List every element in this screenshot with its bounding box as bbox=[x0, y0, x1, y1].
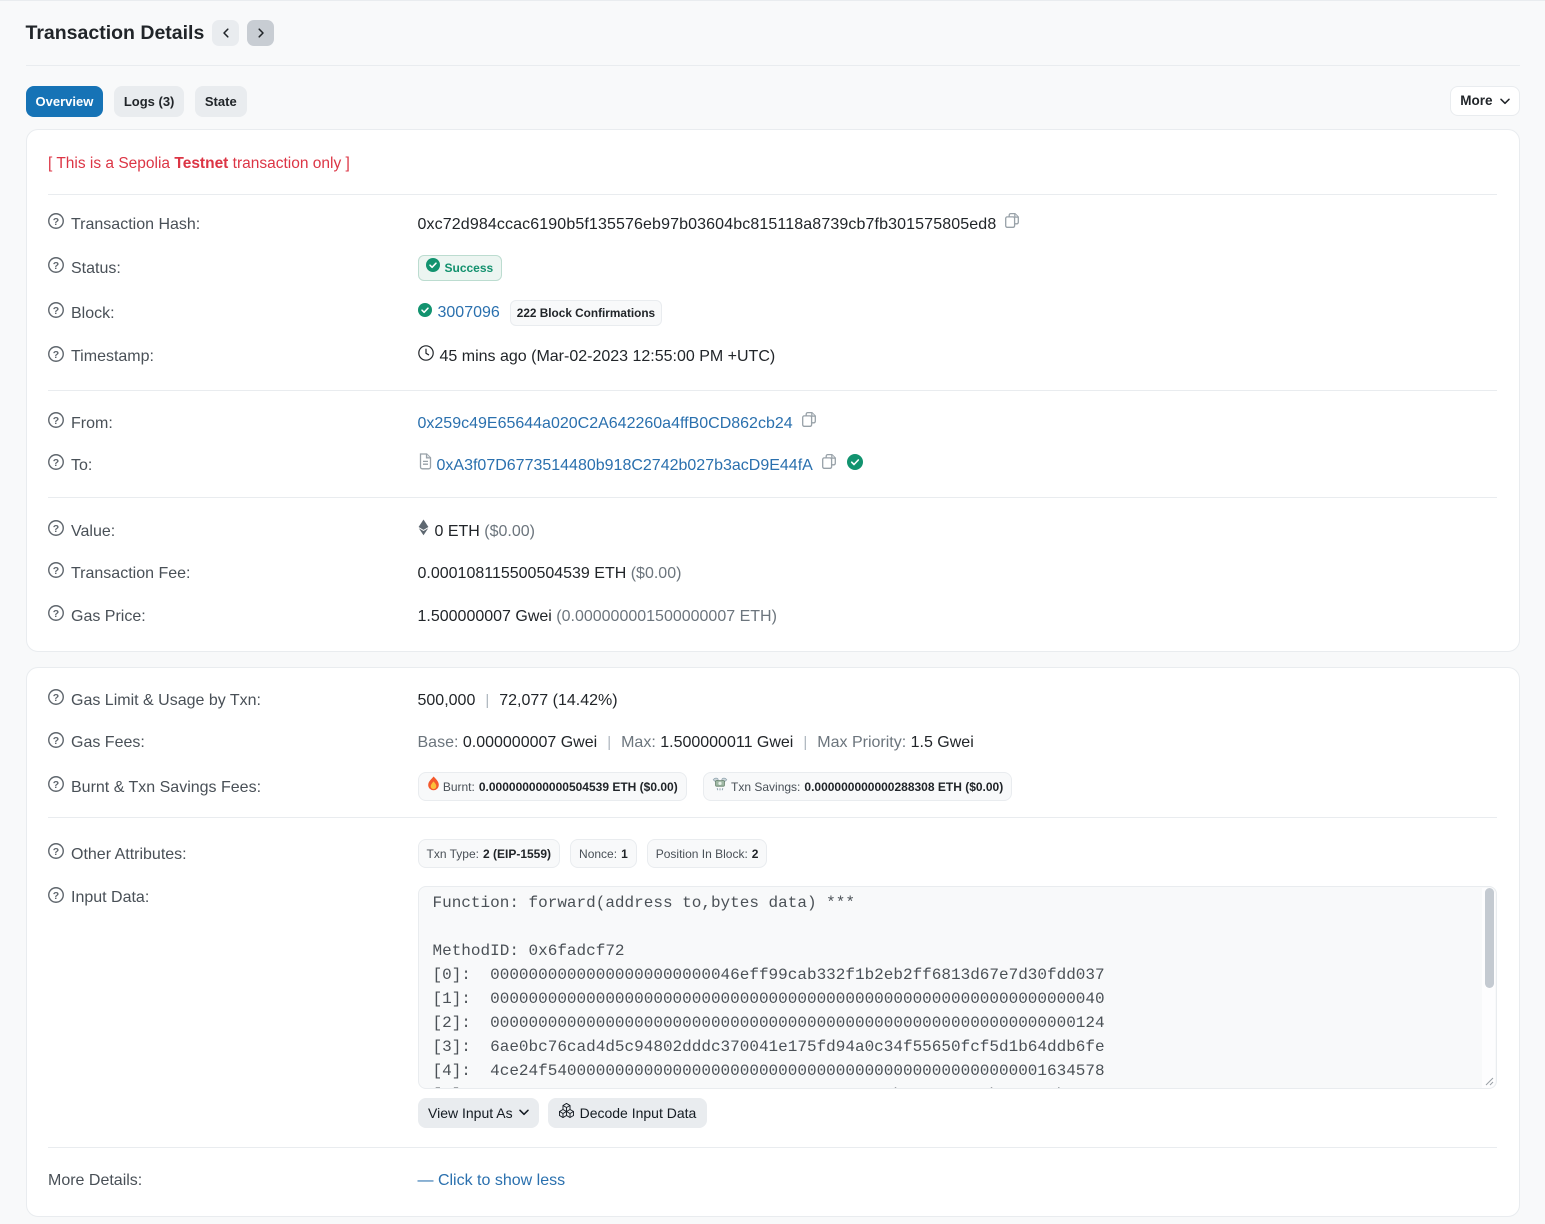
svg-text:?: ? bbox=[53, 457, 59, 469]
svg-text:?: ? bbox=[53, 260, 59, 272]
svg-text:?: ? bbox=[53, 523, 59, 535]
svg-text:?: ? bbox=[53, 779, 59, 791]
svg-text:?: ? bbox=[53, 565, 59, 577]
svg-text:?: ? bbox=[53, 889, 59, 901]
svg-text:?: ? bbox=[53, 305, 59, 317]
svg-text:?: ? bbox=[53, 216, 59, 228]
svg-text:?: ? bbox=[53, 415, 59, 427]
svg-text:?: ? bbox=[53, 608, 59, 620]
svg-text:?: ? bbox=[53, 348, 59, 360]
svg-text:?: ? bbox=[53, 692, 59, 704]
svg-text:?: ? bbox=[53, 846, 59, 858]
svg-text:?: ? bbox=[53, 734, 59, 746]
